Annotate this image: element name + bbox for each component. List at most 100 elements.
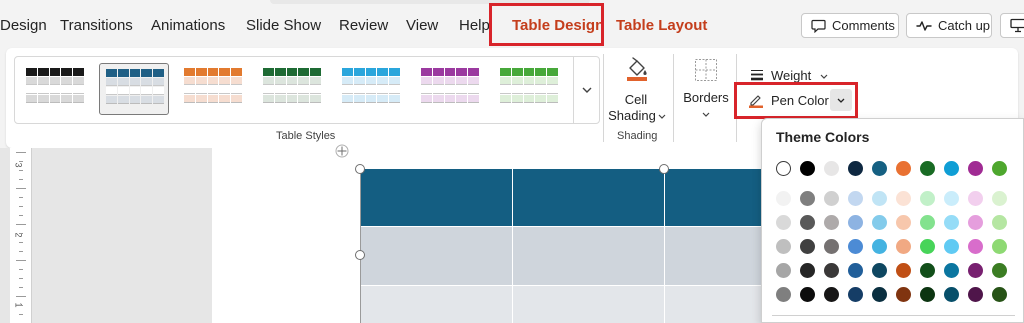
ribbon-tab-bar: Design Transitions Animations Slide Show… — [0, 0, 1024, 50]
color-swatch[interactable] — [968, 287, 983, 302]
tab-view[interactable]: View — [406, 17, 438, 34]
color-swatch[interactable] — [824, 287, 839, 302]
ruler-tick — [16, 260, 26, 261]
table-header-cell[interactable] — [513, 169, 664, 226]
color-swatch[interactable] — [800, 191, 815, 206]
color-swatch[interactable] — [992, 239, 1007, 254]
color-swatch[interactable] — [992, 191, 1007, 206]
present-button[interactable] — [1000, 13, 1024, 38]
tab-slide-show[interactable]: Slide Show — [246, 17, 321, 34]
table-cell[interactable] — [513, 227, 664, 285]
table-style-thumbnail[interactable] — [20, 63, 90, 115]
color-swatch[interactable] — [872, 287, 887, 302]
table-style-thumbnail[interactable] — [257, 63, 327, 115]
color-swatch[interactable] — [920, 191, 935, 206]
color-swatch[interactable] — [944, 191, 959, 206]
tab-animations[interactable]: Animations — [151, 17, 225, 34]
group-separator — [603, 54, 604, 142]
table-style-thumbnail[interactable] — [178, 63, 248, 115]
color-swatch[interactable] — [800, 287, 815, 302]
color-swatch[interactable] — [872, 191, 887, 206]
tab-design[interactable]: Design — [0, 17, 47, 34]
color-swatch[interactable] — [944, 239, 959, 254]
table-style-thumbnail[interactable] — [336, 63, 406, 115]
color-swatch[interactable] — [848, 239, 863, 254]
color-swatch[interactable] — [800, 263, 815, 278]
borders-button[interactable]: Borders — [680, 54, 732, 126]
color-swatch[interactable] — [896, 239, 911, 254]
color-swatch[interactable] — [920, 161, 935, 176]
color-swatch[interactable] — [800, 215, 815, 230]
ruler-number: 3 — [13, 162, 24, 168]
color-swatch[interactable] — [776, 215, 791, 230]
color-swatch[interactable] — [776, 287, 791, 302]
color-swatch[interactable] — [920, 239, 935, 254]
color-swatch[interactable] — [848, 191, 863, 206]
color-swatch[interactable] — [944, 287, 959, 302]
color-swatch[interactable] — [848, 287, 863, 302]
color-swatch[interactable] — [872, 215, 887, 230]
color-swatch[interactable] — [992, 287, 1007, 302]
table-cell[interactable] — [360, 227, 512, 285]
ruler-tick — [19, 206, 23, 207]
table-header-cell[interactable] — [360, 169, 512, 226]
color-swatch[interactable] — [968, 191, 983, 206]
color-swatch[interactable] — [920, 263, 935, 278]
color-swatch[interactable] — [968, 215, 983, 230]
cell-shading-button[interactable]: Cell Shading — [608, 54, 666, 126]
ruler-tick — [19, 242, 23, 243]
resize-handle[interactable] — [659, 164, 669, 174]
color-swatch[interactable] — [776, 191, 791, 206]
color-swatch[interactable] — [896, 161, 911, 176]
color-swatch[interactable] — [992, 263, 1007, 278]
color-swatch[interactable] — [824, 215, 839, 230]
color-swatch[interactable] — [872, 239, 887, 254]
color-swatch[interactable] — [776, 161, 791, 176]
color-swatch[interactable] — [968, 263, 983, 278]
move-handle-icon[interactable] — [335, 144, 349, 158]
resize-handle[interactable] — [355, 164, 365, 174]
color-swatch[interactable] — [968, 161, 983, 176]
color-swatch[interactable] — [872, 263, 887, 278]
tab-review[interactable]: Review — [339, 17, 388, 34]
color-swatch[interactable] — [992, 161, 1007, 176]
color-swatch[interactable] — [920, 287, 935, 302]
color-swatch[interactable] — [776, 239, 791, 254]
catch-up-button[interactable]: Catch up — [906, 13, 992, 38]
color-swatch[interactable] — [944, 161, 959, 176]
color-swatch[interactable] — [872, 161, 887, 176]
color-swatch[interactable] — [848, 215, 863, 230]
color-swatch[interactable] — [944, 263, 959, 278]
table-style-thumbnail[interactable] — [494, 63, 564, 115]
resize-handle[interactable] — [355, 250, 365, 260]
color-swatch[interactable] — [896, 215, 911, 230]
color-swatch[interactable] — [920, 215, 935, 230]
comments-button[interactable]: Comments — [801, 13, 899, 38]
color-swatch[interactable] — [824, 263, 839, 278]
color-swatch[interactable] — [848, 263, 863, 278]
slide-table[interactable] — [360, 169, 780, 323]
color-swatch[interactable] — [824, 191, 839, 206]
color-swatch[interactable] — [824, 161, 839, 176]
tab-table-layout[interactable]: Table Layout — [616, 17, 707, 34]
color-swatch[interactable] — [968, 239, 983, 254]
tab-help[interactable]: Help — [459, 17, 490, 34]
color-swatch[interactable] — [896, 263, 911, 278]
table-style-thumbnail[interactable] — [99, 63, 169, 115]
tab-transitions[interactable]: Transitions — [60, 17, 133, 34]
color-swatch[interactable] — [800, 161, 815, 176]
color-swatch[interactable] — [896, 191, 911, 206]
table-cell[interactable] — [513, 286, 664, 323]
gallery-more-button[interactable] — [573, 57, 599, 123]
table-style-thumbnail[interactable] — [415, 63, 485, 115]
color-swatch[interactable] — [896, 287, 911, 302]
borders-label: Borders — [683, 90, 729, 105]
color-swatch[interactable] — [800, 239, 815, 254]
color-swatch[interactable] — [944, 215, 959, 230]
color-swatch[interactable] — [992, 215, 1007, 230]
color-swatch[interactable] — [848, 161, 863, 176]
color-swatch[interactable] — [824, 239, 839, 254]
color-swatch[interactable] — [776, 263, 791, 278]
table-cell[interactable] — [360, 286, 512, 323]
chevron-down-icon — [820, 74, 828, 79]
